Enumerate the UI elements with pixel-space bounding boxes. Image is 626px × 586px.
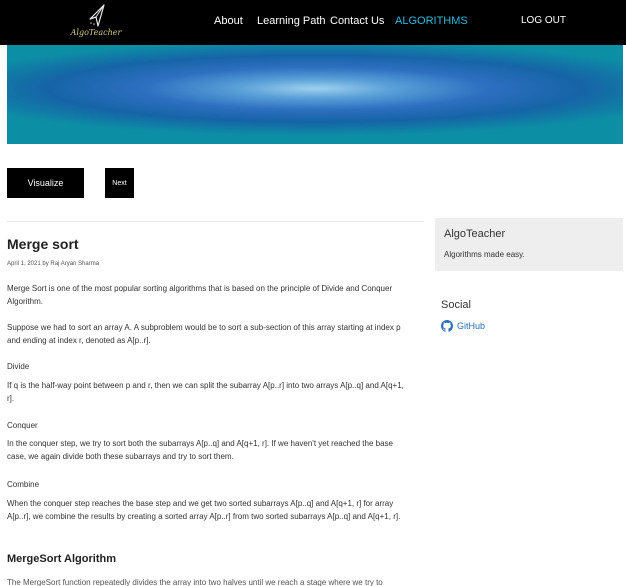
nav-algorithms[interactable]: ALGORITHMS [395,15,468,27]
mergesort-algorithm-paragraph: The MergeSort function repeatedly divide… [7,578,383,586]
paper-plane-icon [89,4,105,27]
post-meta: April 1, 2021 by Raj Aryan Sharma [7,261,100,267]
post-title: Merge sort [7,236,79,252]
nav-contact-us[interactable]: Contact Us [330,15,384,27]
content-divider [7,221,424,222]
top-navbar: AlgoTeacher About Learning Path Contact … [0,0,626,45]
site-logo[interactable]: AlgoTeacher [66,4,126,42]
suppose-paragraph: Suppose we had to sort an array A. A sub… [7,323,401,345]
visualize-button[interactable]: Visualize [7,168,84,198]
nav-about[interactable]: About [214,15,243,27]
logo-text: AlgoTeacher [70,28,122,37]
sidebar-subtitle: Algorithms made easy. [444,250,525,259]
sidebar-about-box: AlgoTeacher Algorithms made easy. [435,218,623,271]
conquer-heading: Conquer [7,421,38,430]
github-label: GitHub [457,321,486,331]
combine-paragraph: When the conquer step reaches the base s… [7,499,401,521]
social-heading: Social [441,299,471,311]
nav-learning-path[interactable]: Learning Path [257,15,326,27]
github-icon [441,320,453,332]
hero-banner [7,45,623,144]
nav-log-out[interactable]: LOG OUT [521,15,566,26]
conquer-paragraph: In the conquer step, we try to sort both… [7,439,393,461]
intro-paragraph: Merge Sort is one of the most popular so… [7,284,393,306]
combine-heading: Combine [7,480,40,489]
next-button[interactable]: Next [105,168,134,198]
divide-paragraph: If q is the half-way point between p and… [7,381,404,403]
divide-heading: Divide [7,362,30,371]
github-link[interactable]: GitHub [441,320,485,332]
mergesort-algorithm-heading: MergeSort Algorithm [7,553,116,565]
sidebar-title: AlgoTeacher [444,228,506,240]
